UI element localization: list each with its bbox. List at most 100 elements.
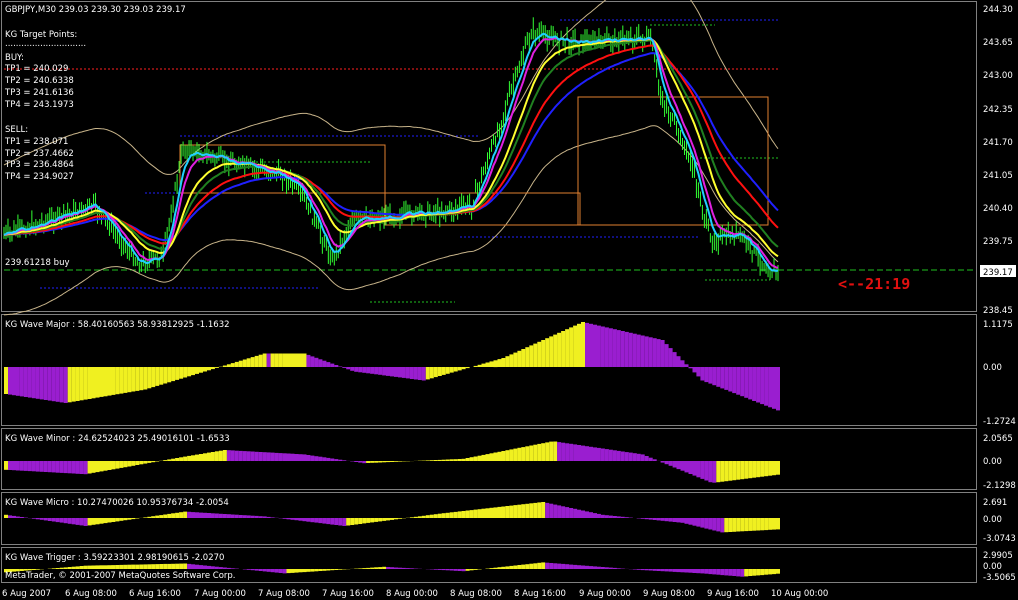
- histogram-bar: [712, 461, 717, 483]
- histogram-bar: [111, 518, 116, 522]
- histogram-bar: [700, 367, 705, 381]
- histogram-bar: [696, 518, 701, 527]
- histogram-bar: [433, 514, 438, 518]
- y-tick: 240.40: [983, 204, 1013, 214]
- histogram-bar: [585, 565, 589, 569]
- histogram-bar: [569, 443, 574, 461]
- histogram-bar: [720, 569, 725, 576]
- histogram-bar: [167, 459, 172, 461]
- histogram-bar: [764, 569, 769, 575]
- histogram-bar: [620, 331, 625, 367]
- histogram-bar: [135, 564, 140, 569]
- copyright: MetaTrader, © 2001-2007 MetaQuotes Softw…: [5, 571, 235, 581]
- histogram-bar: [266, 569, 271, 572]
- histogram-bar: [441, 459, 446, 461]
- histogram-bar: [199, 565, 203, 569]
- histogram-bar: [290, 518, 295, 520]
- histogram-bar: [636, 569, 641, 570]
- histogram-bar: [270, 569, 275, 573]
- histogram-bar: [772, 518, 776, 530]
- histogram-bar: [378, 461, 383, 463]
- histogram-bar: [561, 442, 566, 461]
- histogram-bar: [99, 565, 104, 569]
- histogram-bar: [314, 569, 319, 572]
- histogram-bar: [183, 511, 188, 518]
- histogram-bar: [282, 518, 287, 519]
- histogram-bar: [59, 367, 64, 403]
- histogram-bar: [191, 455, 195, 461]
- histogram-bar: [585, 322, 589, 367]
- histogram-bar: [234, 450, 239, 461]
- histogram-bar: [107, 461, 112, 470]
- histogram-bar: [374, 518, 379, 522]
- histogram-bar: [282, 569, 287, 574]
- histogram-bar: [334, 365, 339, 367]
- histogram-bar: [549, 503, 554, 518]
- histogram-bar: [374, 567, 379, 569]
- histogram-bar: [724, 461, 729, 482]
- histogram-bar: [497, 567, 502, 569]
- histogram-bar: [330, 458, 335, 461]
- histogram-bar: [716, 367, 721, 387]
- histogram-bar: [131, 564, 136, 569]
- histogram-bar: [728, 518, 733, 532]
- histogram-bar: [573, 325, 578, 367]
- histogram-bar: [326, 457, 331, 461]
- major-tick-zero: 0.00: [983, 363, 1002, 373]
- trigger-tick-top: 2.9905: [983, 551, 1013, 561]
- histogram-bar: [441, 513, 446, 518]
- trading-chart-window[interactable]: GBPJPY,M30 239.03 239.30 239.03 239.17 K…: [0, 0, 1018, 600]
- histogram-bar: [222, 514, 227, 518]
- major-tick-bottom: -1.2724: [983, 417, 1016, 427]
- histogram-bar: [75, 518, 80, 525]
- histogram-bar: [409, 517, 414, 518]
- histogram-bar: [672, 569, 677, 572]
- histogram-bar: [768, 518, 773, 530]
- histogram-bar: [497, 506, 502, 518]
- histogram-bar: [179, 457, 184, 461]
- histogram-bar: [286, 569, 291, 574]
- histogram-bar: [720, 367, 725, 389]
- histogram-bar: [207, 367, 211, 371]
- sell-tp1: TP1 = 238.071: [4, 137, 68, 147]
- histogram-bar: [155, 564, 160, 569]
- histogram-bar: [541, 502, 546, 518]
- histogram-bar: [724, 569, 729, 576]
- x-tick: 7 Aug 16:00: [322, 589, 374, 599]
- x-tick: 9 Aug 08:00: [643, 589, 695, 599]
- histogram-bar: [318, 456, 323, 461]
- histogram-bar: [59, 518, 64, 523]
- histogram-bar: [171, 458, 176, 461]
- histogram-bar: [505, 506, 510, 518]
- histogram-bar: [581, 510, 585, 518]
- histogram-bar: [91, 565, 96, 569]
- histogram-bar: [668, 518, 673, 522]
- histogram-bar: [175, 458, 180, 461]
- histogram-bar: [87, 461, 92, 474]
- histogram-bar: [203, 512, 207, 518]
- histogram-bar: [608, 449, 613, 461]
- histogram-bar: [306, 354, 311, 367]
- histogram-bar: [290, 569, 295, 573]
- histogram-bar: [473, 456, 478, 461]
- histogram-bar: [437, 459, 442, 461]
- histogram-bar: [704, 518, 709, 529]
- histogram-bar: [473, 365, 478, 367]
- histogram-bar: [664, 461, 669, 465]
- histogram-bar: [672, 352, 677, 367]
- histogram-bar: [593, 447, 597, 461]
- histogram-bar: [386, 461, 390, 463]
- histogram-bar: [628, 332, 633, 367]
- histogram-bar: [581, 322, 585, 367]
- trigger-tick-bottom: -3.5065: [983, 573, 1016, 583]
- histogram-bar: [386, 518, 390, 521]
- histogram-bar: [752, 367, 757, 401]
- histogram-bar: [147, 516, 152, 518]
- histogram-bar: [529, 345, 534, 367]
- histogram-bar: [214, 566, 219, 569]
- histogram-bar: [756, 461, 761, 478]
- histogram-bar: [87, 518, 92, 526]
- x-tick: 9 Aug 16:00: [707, 589, 759, 599]
- histogram-bar: [517, 565, 522, 569]
- histogram-bar: [660, 340, 665, 367]
